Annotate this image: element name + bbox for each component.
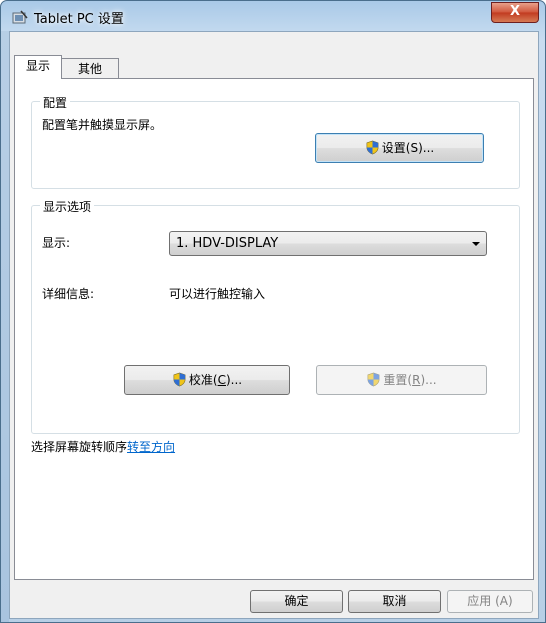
- reset-label-prefix: 重置(: [383, 373, 413, 387]
- apply-button[interactable]: 应用 (A): [447, 590, 533, 613]
- display-label: 显示:: [42, 236, 71, 250]
- calibrate-label-suffix: )...: [225, 373, 243, 387]
- reset-label-suffix: )...: [420, 373, 437, 387]
- uac-shield-icon: [368, 372, 380, 387]
- display-options-title: 显示选项: [40, 198, 95, 215]
- uac-shield-icon: [173, 372, 186, 387]
- rotation-text: 选择屏幕旋转顺序转至方向: [31, 438, 175, 455]
- close-button[interactable]: X: [491, 2, 539, 23]
- tablet-pc-icon: [12, 10, 28, 24]
- tab-display[interactable]: 显示: [14, 55, 62, 79]
- rotation-prefix: 选择屏幕旋转顺序: [31, 440, 128, 454]
- window-frame: [1, 31, 9, 622]
- calibrate-accel-key: C: [217, 373, 226, 387]
- details-label: 详细信息:: [42, 287, 95, 301]
- tab-other[interactable]: 其他: [61, 58, 119, 79]
- window-title: Tablet PC 设置: [34, 12, 124, 27]
- config-group-title: 配置: [40, 94, 71, 111]
- setup-button-label: 设置(S)...: [381, 141, 435, 155]
- display-options-group: 显示选项 显示: 1. HDV-DISPLAY 详细信息: 可以进行触控输入 校…: [31, 198, 520, 434]
- tab-panel-display: 配置 配置笔并触摸显示屏。 设置(S)... 显示选项 显示: 1. HDV-D…: [14, 78, 534, 580]
- setup-button[interactable]: 设置(S)...: [315, 133, 484, 163]
- display-select[interactable]: 1. HDV-DISPLAY: [169, 231, 487, 256]
- go-to-orientation-link[interactable]: 转至方向: [127, 440, 175, 454]
- calibrate-label-prefix: 校准(: [188, 373, 218, 387]
- ok-button[interactable]: 确定: [250, 590, 343, 613]
- chevron-down-icon: [472, 242, 480, 246]
- uac-shield-icon: [366, 140, 379, 155]
- dialog-client-area: 显示 其他 配置 配置笔并触摸显示屏。 设置(S)... 显示选项 显示: 1.…: [9, 31, 539, 619]
- display-select-value: 1. HDV-DISPLAY: [176, 236, 279, 251]
- cancel-button[interactable]: 取消: [348, 590, 441, 613]
- details-value: 可以进行触控输入: [169, 287, 266, 301]
- reset-button[interactable]: 重置(R)...: [316, 365, 487, 395]
- calibrate-button[interactable]: 校准(C)...: [124, 365, 290, 395]
- config-group: 配置 配置笔并触摸显示屏。 设置(S)...: [31, 94, 520, 189]
- settings-window: Tablet PC 设置 X 显示 其他 配置 配置笔并触摸显示屏。 设置(S)…: [0, 0, 546, 623]
- config-description: 配置笔并触摸显示屏。: [42, 118, 163, 132]
- title-bar[interactable]: Tablet PC 设置 X: [1, 1, 545, 31]
